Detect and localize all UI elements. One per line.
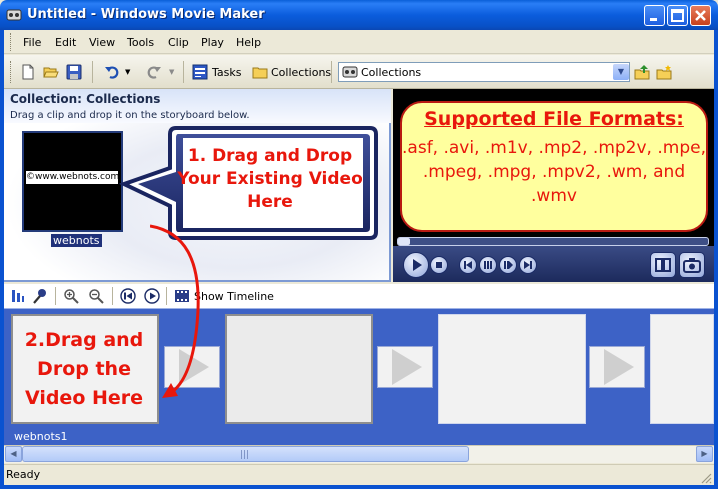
menu-file[interactable]: File	[23, 36, 41, 49]
status-bar	[4, 464, 714, 485]
split-clip-button[interactable]	[650, 252, 676, 278]
new-project-icon[interactable]	[20, 64, 36, 80]
seek-thumb[interactable]	[398, 238, 410, 245]
scroll-right-button[interactable]: ▶	[696, 446, 713, 462]
status-text: Ready	[6, 468, 41, 481]
storyboard-frame-empty[interactable]	[225, 314, 373, 424]
zoom-in-icon[interactable]	[63, 288, 79, 304]
scroll-left-button[interactable]: ◀	[5, 446, 22, 462]
storyboard-clip-label: webnots1	[14, 430, 68, 443]
stop-button[interactable]	[430, 256, 448, 274]
resize-grip-icon[interactable]	[700, 472, 712, 484]
collections-folder-icon	[252, 64, 268, 80]
minimize-icon	[650, 18, 657, 21]
forward-button[interactable]	[519, 256, 537, 274]
toolbar-separator	[183, 61, 184, 83]
supported-formats-list: .asf, .avi, .m1v, .mp2, .mp2v, .mpe, .mp…	[402, 138, 706, 206]
up-one-level-icon[interactable]	[634, 64, 650, 80]
storyboard-frame-empty[interactable]	[438, 314, 586, 424]
skip-forward-icon	[524, 261, 532, 269]
storyboard-frame-empty[interactable]	[650, 314, 714, 424]
menu-edit[interactable]: Edit	[55, 36, 76, 49]
camera-icon	[683, 258, 701, 273]
window-frame-bottom	[0, 485, 718, 489]
collections-button[interactable]: Collections	[250, 62, 332, 84]
menu-help[interactable]: Help	[236, 36, 261, 49]
clip-name[interactable]: webnots	[51, 234, 102, 247]
callout-drop-video-here: 2.Drag and Drop the Video Here	[24, 329, 144, 409]
tasks-button[interactable]: Tasks	[190, 62, 244, 84]
window-title: Untitled - Windows Movie Maker	[27, 7, 265, 22]
split-clip-icon	[655, 258, 671, 272]
transition-slot[interactable]	[377, 346, 433, 388]
toolbar-separator	[55, 287, 56, 305]
narrate-timeline-microphone-icon[interactable]	[32, 288, 48, 304]
menu-grip[interactable]	[10, 33, 13, 51]
next-frame-button[interactable]	[499, 256, 517, 274]
toolbar-separator	[331, 61, 332, 83]
toolbar-separator	[112, 287, 113, 305]
drag-arrow	[150, 224, 200, 398]
minimize-button[interactable]	[644, 5, 665, 26]
redo-icon[interactable]	[146, 64, 162, 80]
back-button[interactable]	[459, 256, 477, 274]
chevron-down-icon[interactable]: ▼	[613, 64, 629, 80]
save-project-icon[interactable]	[66, 64, 82, 80]
menu-clip[interactable]: Clip	[168, 36, 189, 49]
collections-select[interactable]: Collections ▼	[338, 62, 630, 82]
seek-bar[interactable]	[397, 237, 709, 246]
new-collection-folder-icon[interactable]	[656, 64, 672, 80]
menu-tools[interactable]: Tools	[127, 36, 154, 49]
tasks-icon	[192, 64, 208, 80]
rewind-storyboard-icon[interactable]	[120, 288, 136, 304]
window-frame-right	[714, 30, 718, 489]
play-button[interactable]	[403, 252, 429, 278]
collection-title: Collection: Collections	[10, 92, 161, 106]
transition-arrow-icon	[604, 349, 634, 385]
set-audio-levels-icon[interactable]	[10, 288, 26, 304]
previous-frame-button[interactable]	[479, 256, 497, 274]
fast-forward-icon	[504, 261, 513, 269]
play-icon	[413, 259, 422, 271]
take-picture-button[interactable]	[679, 252, 705, 278]
maximize-icon	[671, 9, 684, 22]
toolbar-grip[interactable]	[10, 61, 13, 83]
rewind-icon	[484, 261, 492, 269]
tasks-label: Tasks	[212, 66, 242, 79]
collections-select-icon	[342, 64, 358, 80]
clip-watermark: ©www.webnots.com	[26, 171, 120, 184]
collections-select-value: Collections	[361, 66, 422, 79]
open-project-icon[interactable]	[43, 64, 59, 80]
movie-maker-app-icon	[6, 7, 22, 23]
menu-play[interactable]: Play	[201, 36, 224, 49]
close-icon	[695, 10, 706, 21]
redo-dropdown-icon[interactable]: ▼	[169, 68, 174, 76]
skip-back-icon	[464, 261, 472, 269]
callout-drag-existing-video: 1. Drag and Drop Your Existing Video Her…	[177, 146, 363, 212]
stop-icon	[436, 262, 442, 268]
storyboard-toolbar	[4, 284, 714, 309]
undo-icon[interactable]	[104, 64, 120, 80]
undo-dropdown-icon[interactable]: ▼	[125, 68, 130, 76]
toolbar-separator	[92, 61, 93, 83]
maximize-button[interactable]	[667, 5, 688, 26]
scroll-grip-icon: |||	[240, 450, 250, 460]
transition-slot[interactable]	[589, 346, 645, 388]
collections-label: Collections	[271, 66, 332, 79]
zoom-out-icon[interactable]	[88, 288, 104, 304]
transition-arrow-icon	[392, 349, 422, 385]
menu-view[interactable]: View	[89, 36, 115, 49]
supported-formats-title: Supported File Formats:	[424, 108, 684, 130]
close-button[interactable]	[690, 5, 711, 26]
